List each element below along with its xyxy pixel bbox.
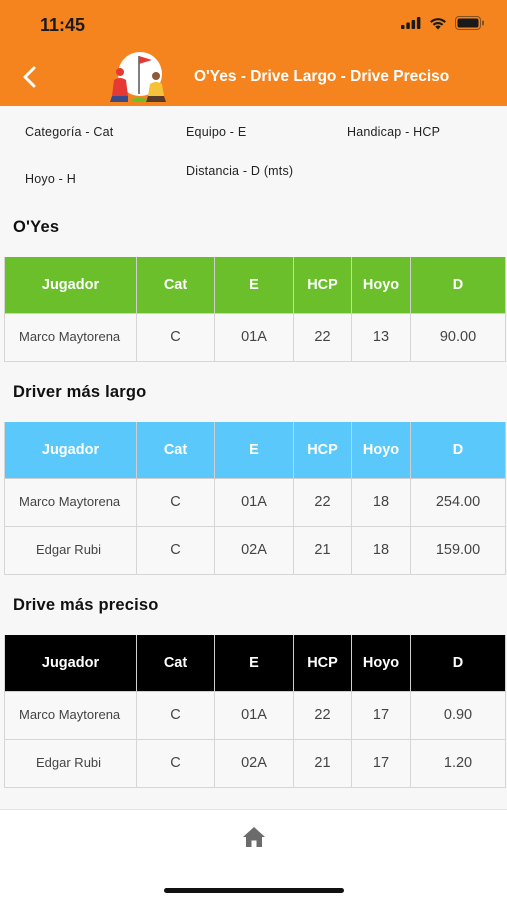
section-title-oyes: O'Yes [13, 218, 60, 236]
cell-hoyo: 17 [351, 691, 411, 740]
cell-jugador: Edgar Rubi [4, 739, 137, 788]
table-header-row: Jugador Cat E HCP Hoyo D [4, 422, 506, 479]
col-hoyo[interactable]: Hoyo [351, 422, 411, 479]
cell-hcp: 22 [293, 313, 352, 362]
col-hcp[interactable]: HCP [293, 422, 352, 479]
cell-jugador: Marco Maytorena [4, 691, 137, 740]
col-hoyo[interactable]: Hoyo [351, 635, 411, 692]
cell-cat: C [136, 691, 215, 740]
bottom-tab-bar [0, 809, 507, 900]
wifi-icon [430, 17, 446, 29]
app-header: 11:45 O'Yes - Drive Largo - Drive Precis… [0, 0, 507, 106]
cell-e: 01A [214, 478, 294, 527]
home-icon[interactable] [241, 825, 267, 849]
driver-largo-table: Jugador Cat E HCP Hoyo D Marco Maytorena… [4, 422, 506, 575]
cell-e: 02A [214, 739, 294, 788]
table-header-row: Jugador Cat E HCP Hoyo D [4, 257, 506, 314]
col-cat[interactable]: Cat [136, 422, 215, 479]
cell-cat: C [136, 478, 215, 527]
cell-cat: C [136, 526, 215, 575]
page-title: O'Yes - Drive Largo - Drive Preciso [194, 68, 450, 85]
cell-e: 01A [214, 313, 294, 362]
oyes-table: Jugador Cat E HCP Hoyo D Marco Maytorena… [4, 257, 506, 362]
cell-d: 254.00 [410, 478, 506, 527]
cell-d: 159.00 [410, 526, 506, 575]
cell-hcp: 22 [293, 691, 352, 740]
cell-jugador: Marco Maytorena [4, 313, 137, 362]
col-d[interactable]: D [410, 422, 506, 479]
drive-preciso-table: Jugador Cat E HCP Hoyo D Marco Maytorena… [4, 635, 506, 788]
cell-hoyo: 13 [351, 313, 411, 362]
chevron-left-icon [23, 66, 36, 88]
cell-d: 90.00 [410, 313, 506, 362]
legend-equipo: Equipo - E [186, 125, 247, 139]
col-hoyo[interactable]: Hoyo [351, 257, 411, 314]
cell-e: 02A [214, 526, 294, 575]
table-row[interactable]: Marco Maytorena C 01A 22 17 0.90 [4, 691, 506, 740]
col-jugador[interactable]: Jugador [4, 257, 137, 314]
col-d[interactable]: D [410, 257, 506, 314]
table-row[interactable]: Edgar Rubi C 02A 21 17 1.20 [4, 739, 506, 788]
back-button[interactable] [16, 62, 44, 92]
col-hcp[interactable]: HCP [293, 257, 352, 314]
col-e[interactable]: E [214, 422, 294, 479]
cell-jugador: Marco Maytorena [4, 478, 137, 527]
table-header-row: Jugador Cat E HCP Hoyo D [4, 635, 506, 692]
cell-hoyo: 18 [351, 478, 411, 527]
cell-hcp: 22 [293, 478, 352, 527]
battery-icon [455, 16, 484, 30]
cell-cat: C [136, 313, 215, 362]
legend-hoyo: Hoyo - H [25, 172, 76, 186]
cell-d: 1.20 [410, 739, 506, 788]
cell-hoyo: 18 [351, 526, 411, 575]
cell-hoyo: 17 [351, 739, 411, 788]
col-d[interactable]: D [410, 635, 506, 692]
table-row[interactable]: Marco Maytorena C 01A 22 13 90.00 [4, 313, 506, 362]
col-jugador[interactable]: Jugador [4, 635, 137, 692]
section-title-driver-largo: Driver más largo [13, 383, 147, 401]
cell-hcp: 21 [293, 526, 352, 575]
section-title-drive-preciso: Drive más preciso [13, 596, 159, 614]
legend-categoria: Categoría - Cat [25, 125, 114, 139]
col-hcp[interactable]: HCP [293, 635, 352, 692]
col-e[interactable]: E [214, 257, 294, 314]
golf-logo [110, 52, 166, 102]
cell-hcp: 21 [293, 739, 352, 788]
col-jugador[interactable]: Jugador [4, 422, 137, 479]
cell-d: 0.90 [410, 691, 506, 740]
legend-handicap: Handicap - HCP [347, 125, 441, 139]
status-icons [401, 16, 485, 30]
cell-jugador: Edgar Rubi [4, 526, 137, 575]
signal-icon [401, 17, 421, 29]
cell-e: 01A [214, 691, 294, 740]
table-row[interactable]: Marco Maytorena C 01A 22 18 254.00 [4, 478, 506, 527]
legend-distancia: Distancia - D (mts) [186, 164, 294, 178]
col-cat[interactable]: Cat [136, 257, 215, 314]
home-indicator[interactable] [164, 888, 344, 893]
col-e[interactable]: E [214, 635, 294, 692]
status-time: 11:45 [40, 15, 86, 35]
table-row[interactable]: Edgar Rubi C 02A 21 18 159.00 [4, 526, 506, 575]
cell-cat: C [136, 739, 215, 788]
col-cat[interactable]: Cat [136, 635, 215, 692]
